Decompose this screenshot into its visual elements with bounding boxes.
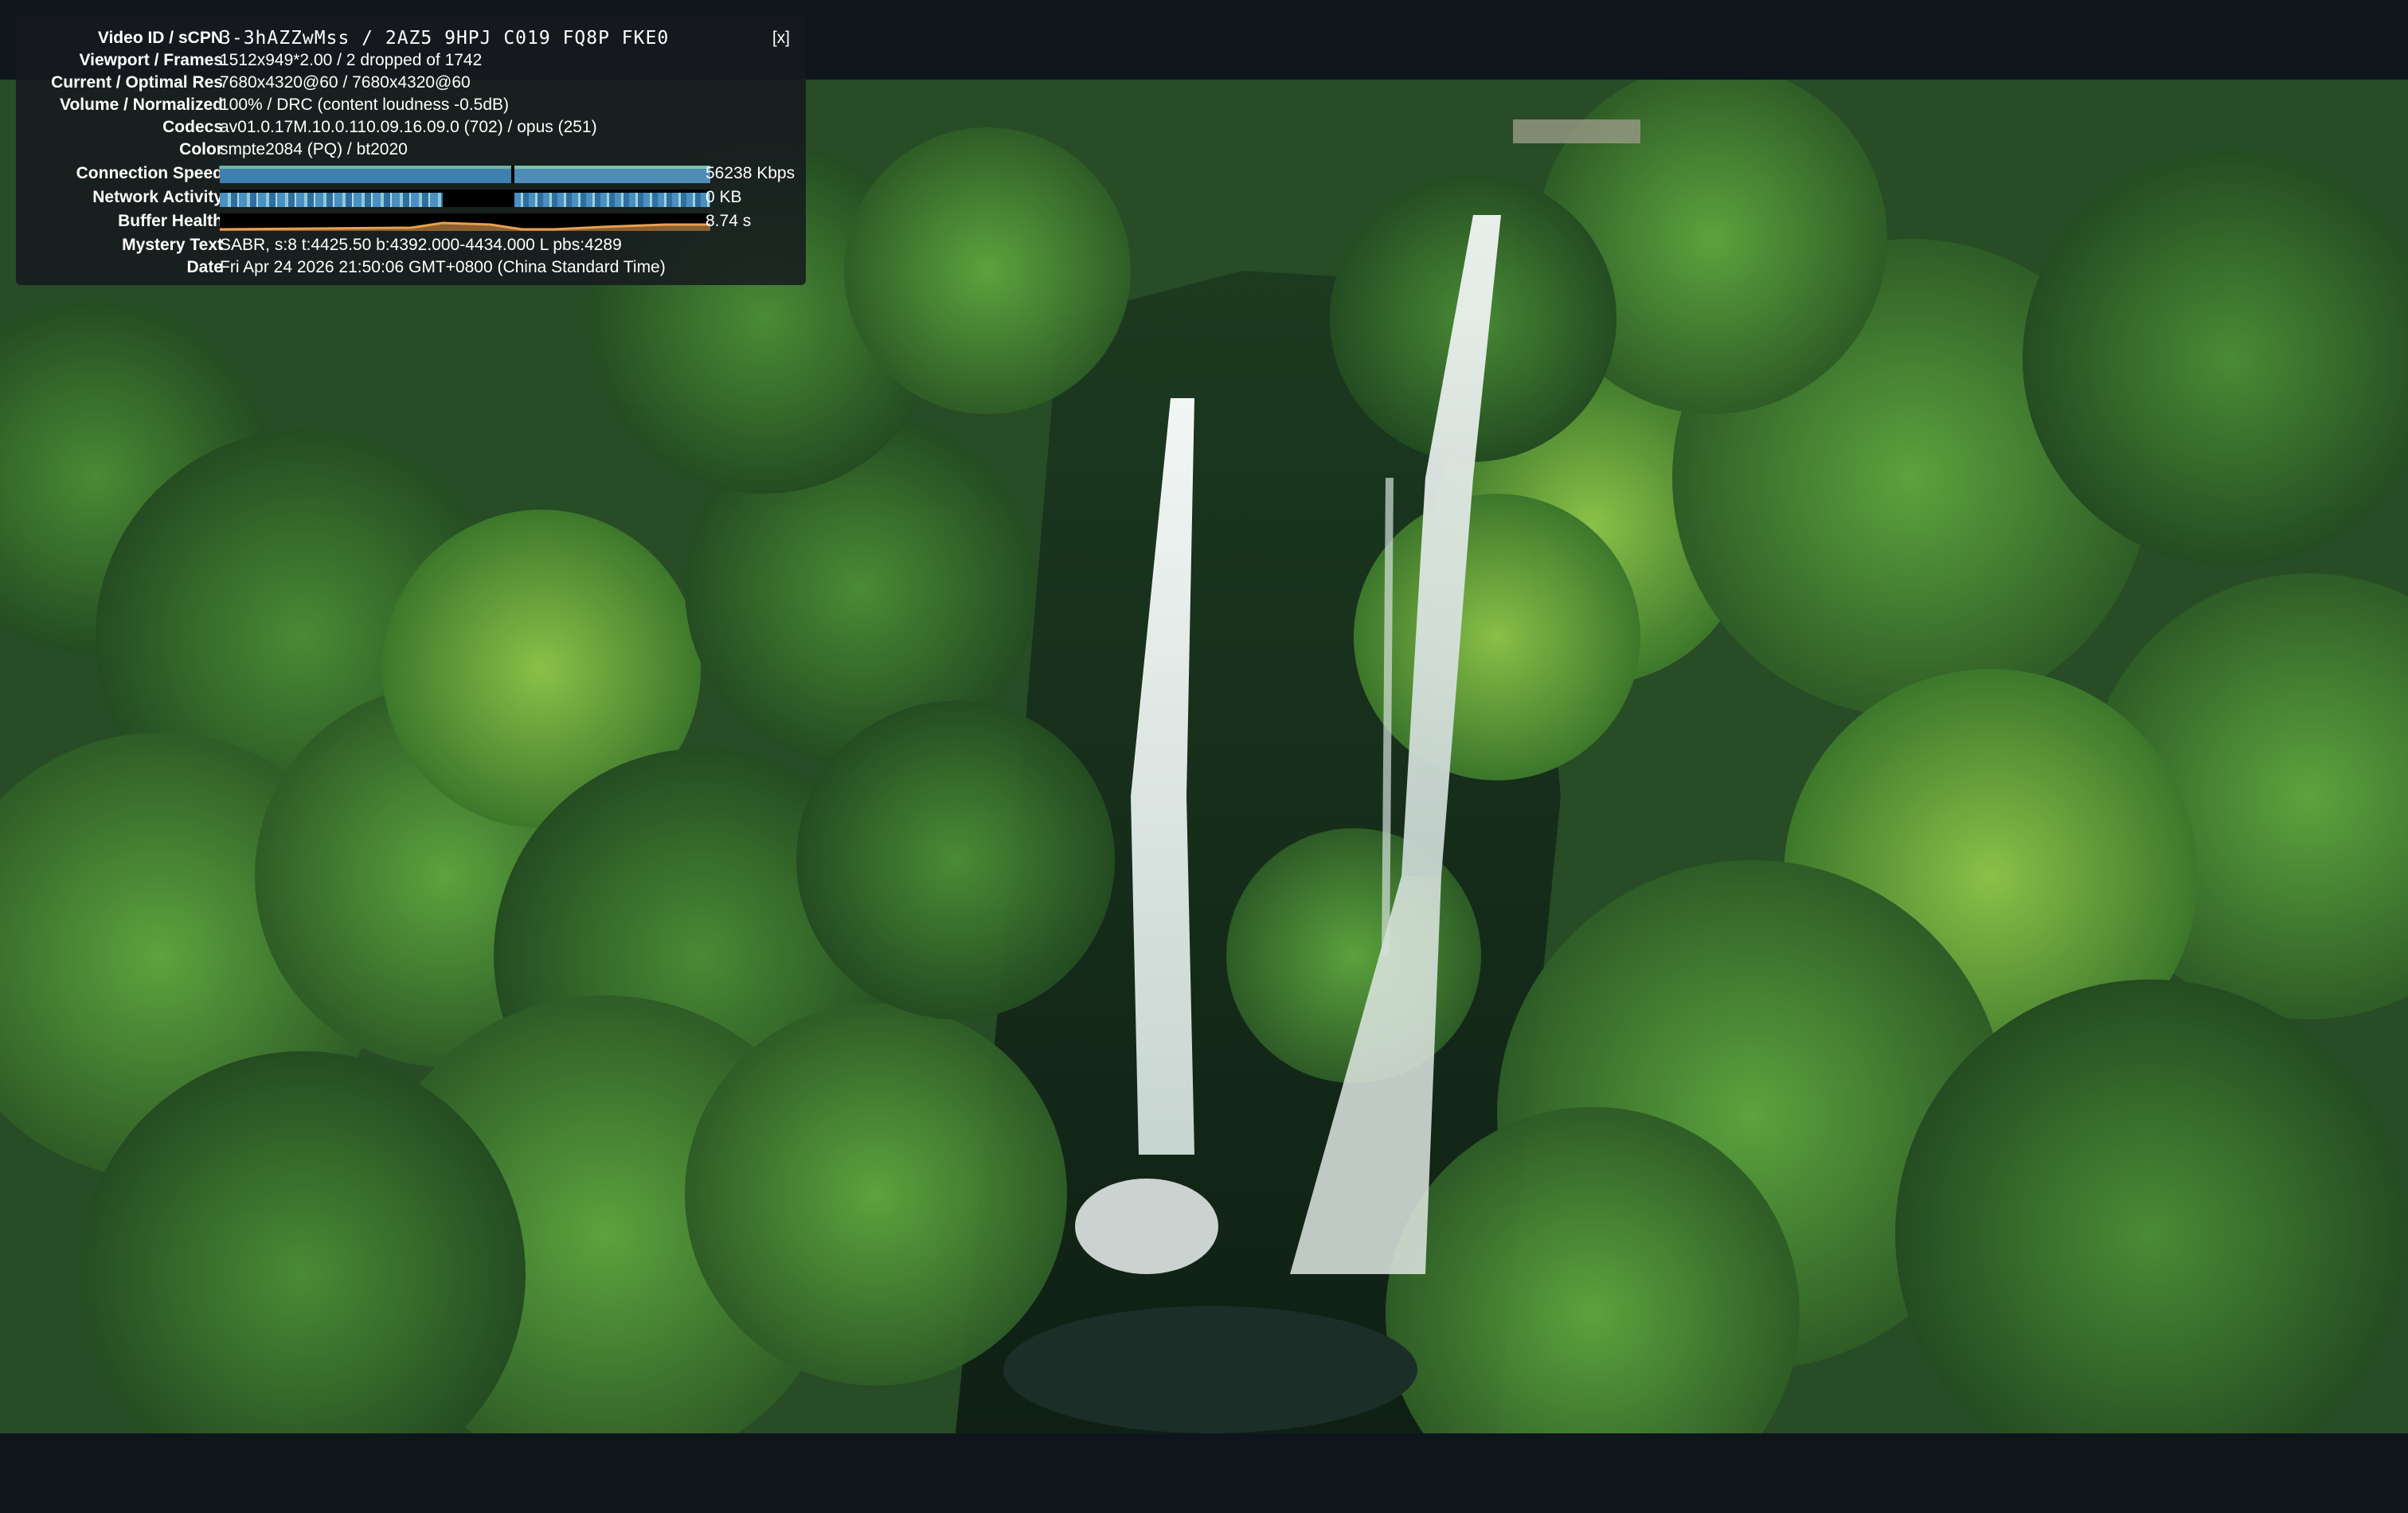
stats-row-resolution: Current / Optimal Res 7680x4320@60 / 768… bbox=[16, 72, 806, 94]
stats-row-volume: Volume / Normalized 100% / DRC (content … bbox=[16, 94, 806, 116]
stats-value: 56238 Kbps bbox=[706, 164, 796, 182]
stats-value: 1512x949*2.00 / 2 dropped of 1742 bbox=[220, 51, 483, 69]
stats-row-network-activity: Network Activity 0 KB bbox=[16, 186, 806, 209]
stats-row-codecs: Codecs av01.0.17M.10.0.110.09.16.09.0 (7… bbox=[16, 116, 806, 139]
stats-row-color: Color smpte2084 (PQ) / bt2020 bbox=[16, 139, 806, 161]
stats-value: Fri Apr 24 2026 21:50:06 GMT+0800 (China… bbox=[220, 258, 666, 276]
network-activity-graph bbox=[220, 190, 710, 207]
stats-row-connection-speed: Connection Speed 56238 Kbps bbox=[16, 162, 806, 185]
stats-value: SABR, s:8 t:4425.50 b:4392.000-4434.000 … bbox=[220, 236, 622, 254]
stats-value: av01.0.17M.10.0.110.09.16.09.0 (702) / o… bbox=[220, 118, 597, 136]
buffer-health-graph bbox=[220, 213, 710, 231]
connection-speed-graph bbox=[220, 166, 710, 183]
stats-for-nerds-panel: [x] Video ID / sCPN 3-3hAZZwMss / 2AZ5 9… bbox=[16, 16, 806, 285]
stats-label: Volume / Normalized bbox=[60, 96, 223, 114]
stats-row-buffer-health: Buffer Health 8.74 s bbox=[16, 210, 806, 233]
stats-label: Viewport / Frames bbox=[79, 51, 223, 69]
stats-label: Buffer Health bbox=[118, 212, 223, 230]
stats-value: 7680x4320@60 / 7680x4320@60 bbox=[220, 73, 471, 92]
stats-label: Current / Optimal Res bbox=[51, 73, 223, 92]
buffer-health-line bbox=[220, 221, 710, 231]
stats-row-date: Date Fri Apr 24 2026 21:50:06 GMT+0800 (… bbox=[16, 256, 806, 279]
video-player[interactable]: [x] Video ID / sCPN 3-3hAZZwMss / 2AZ5 9… bbox=[0, 0, 2408, 1513]
stats-row-viewport-frames: Viewport / Frames 1512x949*2.00 / 2 drop… bbox=[16, 49, 806, 72]
stats-label: Video ID / sCPN bbox=[97, 29, 223, 47]
stats-value: 8.74 s bbox=[706, 212, 752, 230]
stats-label: Date bbox=[186, 258, 223, 276]
stats-value: smpte2084 (PQ) / bt2020 bbox=[220, 140, 408, 158]
stats-label: Codecs bbox=[162, 118, 223, 136]
stats-row-mystery-text: Mystery Text SABR, s:8 t:4425.50 b:4392.… bbox=[16, 234, 806, 256]
stats-row-video-id: Video ID / sCPN 3-3hAZZwMss / 2AZ5 9HPJ … bbox=[16, 27, 806, 49]
stats-value: 0 KB bbox=[706, 188, 742, 206]
stats-label: Network Activity bbox=[92, 188, 223, 206]
stats-value: 3-3hAZZwMss / 2AZ5 9HPJ C019 FQ8P FKE0 bbox=[220, 28, 670, 49]
stats-label: Connection Speed bbox=[76, 164, 223, 182]
stats-label: Mystery Text bbox=[122, 236, 223, 254]
stats-label: Color bbox=[179, 140, 223, 158]
stats-value: 100% / DRC (content loudness -0.5dB) bbox=[220, 96, 510, 114]
